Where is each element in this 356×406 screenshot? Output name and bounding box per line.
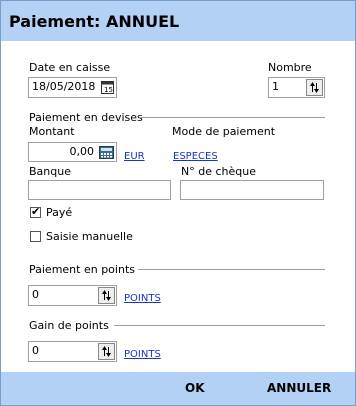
points-gain-link[interactable]: POINTS bbox=[124, 349, 161, 360]
date-label: Date en caisse bbox=[29, 61, 111, 74]
payment-mode-link[interactable]: ESPECES bbox=[173, 151, 218, 162]
footer-bar: OK ANNULER bbox=[1, 372, 355, 405]
points-payment-link[interactable]: POINTS bbox=[124, 293, 161, 304]
cheque-number-field[interactable] bbox=[180, 180, 324, 200]
stepper-icon[interactable] bbox=[98, 287, 115, 304]
svg-text:15: 15 bbox=[104, 86, 113, 94]
title-bar: Paiement: ANNUEL bbox=[1, 1, 355, 41]
cancel-button[interactable]: ANNULER bbox=[267, 381, 331, 395]
amount-field[interactable]: 0,00 bbox=[28, 142, 117, 162]
date-value: 18/05/2018 bbox=[32, 80, 96, 93]
points-gain-label: Gain de points bbox=[29, 319, 109, 332]
payment-dialog: Paiement: ANNUEL Date en caisse 18/05/20… bbox=[0, 0, 356, 406]
paid-label: Payé bbox=[46, 206, 73, 219]
points-payment-field[interactable]: 0 bbox=[28, 285, 117, 306]
paid-checkbox[interactable]: ✔ bbox=[30, 205, 41, 218]
stepper-icon[interactable] bbox=[306, 79, 323, 96]
points-gain-field[interactable]: 0 bbox=[28, 341, 117, 362]
date-field[interactable]: 18/05/2018 15 bbox=[28, 77, 117, 98]
foreign-section-label: Paiement en devises bbox=[29, 111, 143, 124]
bank-field[interactable] bbox=[28, 180, 171, 200]
count-label: Nombre bbox=[268, 61, 312, 74]
checkmark-icon: ✔ bbox=[31, 205, 41, 218]
manual-entry-checkbox[interactable] bbox=[30, 231, 41, 242]
amount-label: Montant bbox=[29, 125, 75, 138]
points-payment-label: Paiement en points bbox=[29, 263, 135, 276]
stepper-icon[interactable] bbox=[98, 343, 115, 360]
points-payment-separator bbox=[138, 269, 325, 270]
amount-value: 0,00 bbox=[69, 145, 95, 158]
points-gain-value: 0 bbox=[32, 344, 39, 357]
calendar-icon[interactable]: 15 bbox=[101, 80, 114, 94]
points-gain-separator bbox=[114, 325, 325, 326]
foreign-separator bbox=[139, 117, 325, 118]
bank-label: Banque bbox=[29, 165, 71, 178]
payment-mode-label: Mode de paiement bbox=[172, 125, 276, 138]
calculator-icon[interactable] bbox=[99, 146, 114, 159]
count-value: 1 bbox=[272, 80, 279, 93]
manual-entry-label: Saisie manuelle bbox=[46, 230, 133, 243]
points-payment-value: 0 bbox=[32, 288, 39, 301]
count-field[interactable]: 1 bbox=[268, 77, 325, 98]
currency-link[interactable]: EUR bbox=[124, 151, 145, 162]
cheque-number-label: N° de chèque bbox=[181, 165, 256, 178]
dialog-title: Paiement: ANNUEL bbox=[9, 12, 180, 31]
ok-button[interactable]: OK bbox=[185, 381, 205, 395]
